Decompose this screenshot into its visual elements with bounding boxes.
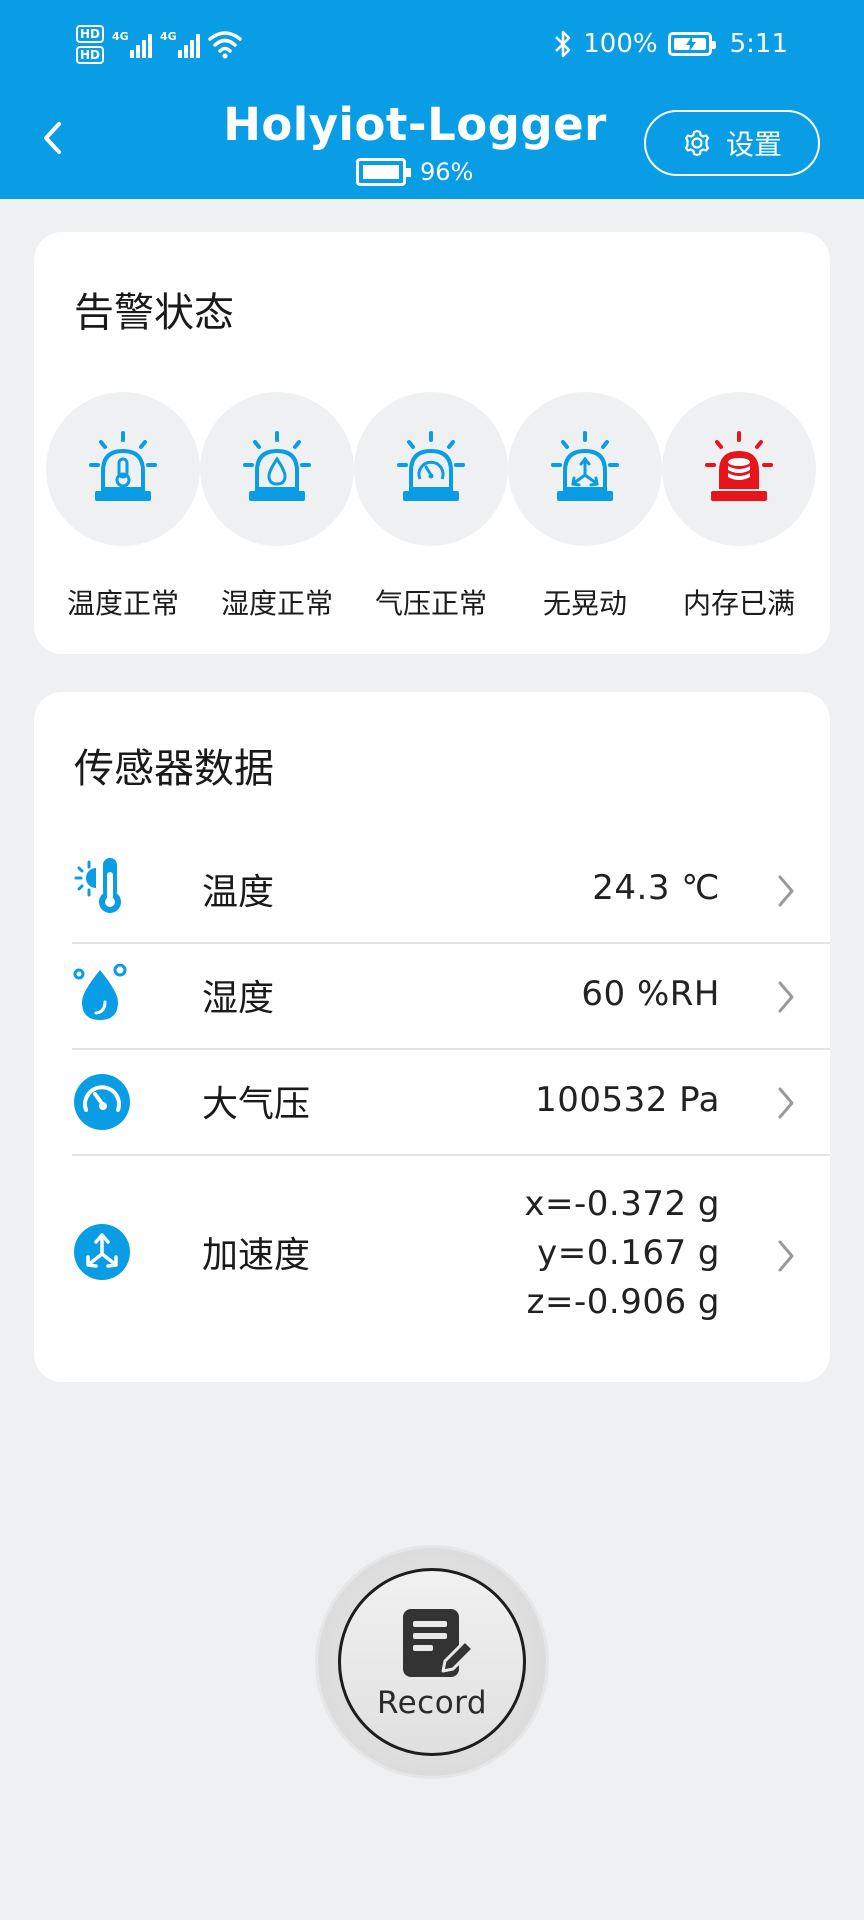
alarm-circle (354, 392, 508, 546)
alarm-label: 湿度正常 (220, 587, 333, 620)
pressure-siren-icon (397, 431, 465, 501)
sensor-row-humidity[interactable]: 湿度 60 %RH (72, 944, 830, 1050)
alarm-label: 内存已满 (682, 587, 795, 620)
alarm-circle (46, 392, 200, 546)
settings-label: 设置 (725, 128, 782, 161)
status-left: HD HD 4G 4G (76, 18, 242, 70)
network-type-2: 4G (160, 30, 177, 43)
thermometer-icon (74, 858, 121, 913)
alarm-circle (200, 392, 354, 546)
humidity-drop-icon (73, 964, 127, 1020)
battery-charging-icon (667, 32, 716, 56)
hd-badge-1: HD (76, 24, 105, 43)
alarm-circle (508, 392, 662, 546)
alarm-item-motion[interactable]: 无晃动 (508, 392, 662, 622)
sensor-data-card: 传感器数据 温度 24.3 ℃ 湿度 60 %RH 大气压 100532 Pa … (34, 692, 830, 1382)
record-button-outer: Record (318, 1548, 546, 1776)
gear-icon (684, 129, 710, 157)
sensor-name: 大气压 (202, 1084, 311, 1125)
record-button[interactable]: Record (338, 1568, 526, 1756)
alarm-label: 气压正常 (374, 587, 487, 620)
signal-icon-1: 4G (112, 30, 153, 58)
record-label: Record (376, 1685, 488, 1721)
memory-siren-icon (705, 431, 773, 501)
note-edit-icon (403, 1609, 475, 1677)
acceleration-icon (74, 1224, 130, 1280)
chevron-right-icon (778, 875, 794, 907)
acceleration-y: y=0.167 g (537, 1233, 720, 1273)
device-battery-percent: 96% (420, 158, 474, 186)
status-bar: HD HD 4G 4G 100% 5:11 (0, 0, 864, 88)
signal-icon-2: 4G (160, 30, 201, 58)
network-type-1: 4G (112, 30, 129, 43)
sensor-name: 湿度 (202, 978, 275, 1019)
app-header: HD HD 4G 4G 100% 5:11 Holyiot-Logger 96%… (0, 0, 864, 199)
bluetooth-icon (555, 30, 571, 58)
chevron-right-icon (778, 1087, 794, 1119)
pressure-gauge-icon (74, 1074, 130, 1130)
humidity-siren-icon (243, 431, 311, 501)
acceleration-x: x=-0.372 g (524, 1184, 720, 1224)
thermometer-siren-icon (89, 431, 157, 501)
alarm-status-card: 告警状态 温度正常 湿度正常 气压正常 无晃动 内存已满 (34, 232, 830, 654)
acceleration-z: z=-0.906 g (526, 1282, 720, 1322)
device-battery: 96% (356, 158, 473, 186)
hd-indicators: HD HD (76, 24, 105, 64)
sensor-row-acceleration[interactable]: 加速度 x=-0.372 g y=0.167 g z=-0.906 g (72, 1156, 830, 1356)
sensor-row-pressure[interactable]: 大气压 100532 Pa (72, 1050, 830, 1156)
battery-percent: 100% (583, 29, 658, 59)
alarm-card-title: 告警状态 (74, 290, 234, 336)
sensor-name: 温度 (202, 872, 275, 913)
sensor-value: 24.3 ℃ (592, 868, 720, 908)
alarm-item-memory[interactable]: 内存已满 (662, 392, 816, 622)
sensor-value: 100532 Pa (535, 1080, 720, 1120)
chevron-right-icon (778, 981, 794, 1013)
settings-button[interactable]: 设置 (644, 110, 820, 176)
alarm-item-temperature[interactable]: 温度正常 (46, 392, 200, 622)
status-right: 100% 5:11 (553, 22, 788, 66)
sensor-name: 加速度 (202, 1235, 311, 1276)
alarm-label: 无晃动 (542, 587, 627, 620)
sensor-value: 60 %RH (581, 974, 720, 1014)
battery-icon (356, 158, 411, 186)
alarm-circle (662, 392, 816, 546)
clock: 5:11 (729, 29, 788, 59)
wifi-icon (208, 31, 242, 59)
acceleration-values: x=-0.372 g y=0.167 g z=-0.906 g (524, 1180, 720, 1327)
hd-badge-2: HD (76, 45, 105, 64)
alarm-item-humidity[interactable]: 湿度正常 (200, 392, 354, 622)
alarm-icons-row: 温度正常 湿度正常 气压正常 无晃动 内存已满 (46, 392, 818, 632)
sensor-row-temperature[interactable]: 温度 24.3 ℃ (72, 838, 830, 944)
motion-siren-icon (551, 431, 619, 501)
sensor-card-title: 传感器数据 (74, 746, 274, 792)
alarm-label: 温度正常 (66, 587, 179, 620)
chevron-right-icon (778, 1240, 794, 1272)
alarm-item-pressure[interactable]: 气压正常 (354, 392, 508, 622)
